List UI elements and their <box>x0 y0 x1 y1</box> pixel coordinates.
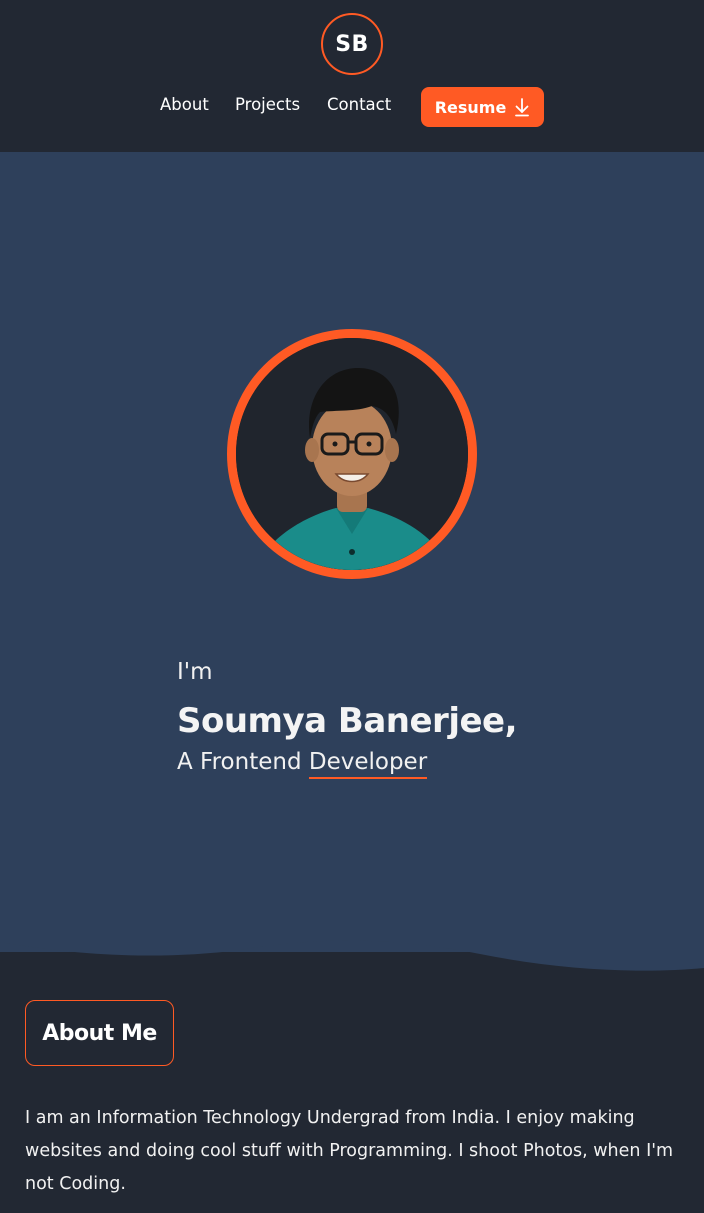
profile-photo <box>227 329 477 579</box>
logo[interactable]: SB <box>321 13 383 75</box>
hero-intro: I'm Soumya Banerjee, A Frontend Develope… <box>177 655 677 779</box>
hero-role: A Frontend Developer <box>177 745 677 779</box>
about-heading: About Me <box>25 1000 174 1066</box>
role-prefix: A Frontend <box>177 749 302 775</box>
download-arrow-icon <box>515 98 530 117</box>
role-highlight: Developer <box>308 748 428 779</box>
nav-link-about[interactable]: About <box>160 95 209 114</box>
nav-link-contact[interactable]: Contact <box>327 95 391 114</box>
nav-link-projects[interactable]: Projects <box>235 95 300 114</box>
site-header: SB About Projects Contact Resume <box>0 0 704 152</box>
person-portrait-icon <box>236 338 468 570</box>
main-nav: About Projects Contact Resume <box>0 87 704 127</box>
greeting-text: I'm <box>177 659 213 685</box>
wave-divider <box>0 930 704 971</box>
resume-button[interactable]: Resume <box>421 87 544 127</box>
resume-label: Resume <box>434 97 507 117</box>
hero-name: Soumya Banerjee, <box>177 701 518 741</box>
about-paragraph: I am an Information Technology Undergrad… <box>25 1108 674 1194</box>
